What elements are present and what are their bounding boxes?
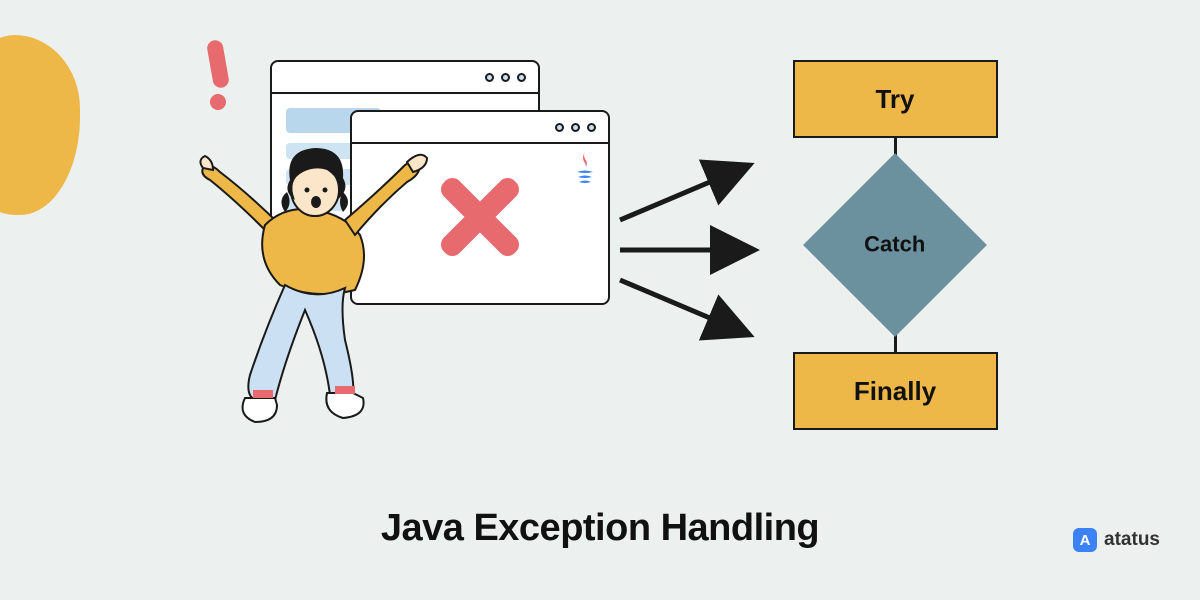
arrows-group [610,150,770,350]
flow-label: Finally [854,376,936,407]
person-illustration [195,120,445,440]
flow-label: Try [875,84,914,115]
window-dot-icon [571,123,580,132]
page-title: Java Exception Handling [381,507,819,550]
brand-logo-icon: A [1073,528,1097,552]
brand: A atatus [1073,528,1160,552]
window-dot-icon [555,123,564,132]
flow-box-finally: Finally [793,352,998,430]
window-dot-icon [485,73,494,82]
window-dot-icon [501,73,510,82]
decorative-blob [0,35,80,215]
error-x-icon [435,172,525,262]
window-dot-icon [517,73,526,82]
window-header [272,62,538,94]
flow-label: Catch [864,232,925,258]
illustration-group [170,50,630,400]
flow-box-try: Try [793,60,998,138]
exclamation-icon [210,40,226,110]
java-logo-icon [572,152,598,192]
flowchart: Try Catch Finally [785,60,1005,430]
window-dot-icon [587,123,596,132]
brand-name: atatus [1104,529,1160,551]
flow-diamond-catch: Catch [830,180,960,310]
